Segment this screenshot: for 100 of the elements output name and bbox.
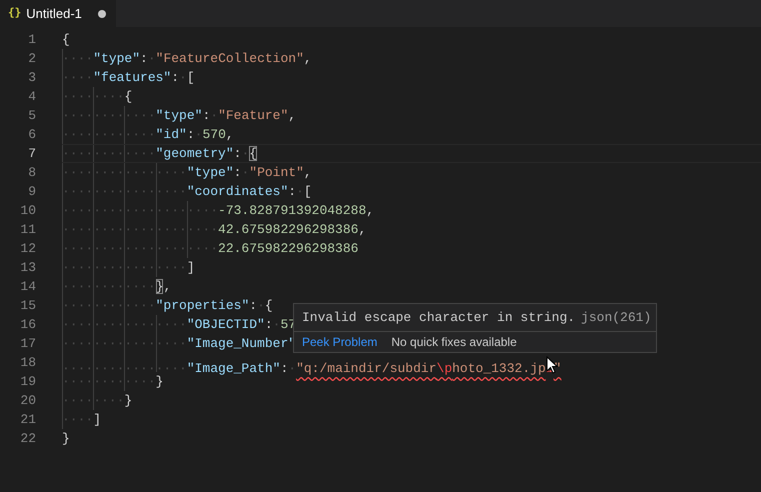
line-number: 8 — [27, 164, 36, 182]
code-token: [ — [304, 184, 312, 199]
whitespace-dots: ················ — [62, 336, 187, 351]
whitespace-dots: · — [241, 165, 250, 180]
code-token: "type" — [156, 108, 202, 123]
line-number: 11 — [19, 221, 36, 239]
code-token: , — [304, 51, 312, 66]
line-number: 1 — [27, 31, 36, 49]
line-number: 5 — [27, 107, 36, 125]
whitespace-dots: · — [288, 361, 296, 376]
line-number: 16 — [19, 316, 36, 334]
code-token: "features" — [93, 70, 172, 85]
code-token: } — [62, 431, 70, 446]
code-token: : — [288, 184, 296, 199]
code-token: , — [226, 127, 234, 142]
line-number: 12 — [19, 240, 36, 258]
line-number: 15 — [19, 297, 36, 315]
whitespace-dots: · — [194, 127, 202, 142]
code-token: : — [234, 146, 242, 161]
whitespace-dots: · — [148, 51, 156, 66]
code-token: : — [249, 298, 258, 313]
code-token: ] — [186, 260, 195, 275]
line-number: 13 — [19, 259, 36, 277]
whitespace-dots: ············ — [62, 298, 156, 313]
line-number: 20 — [19, 392, 36, 410]
line-number: 10 — [19, 202, 36, 220]
code-token: : — [234, 165, 242, 180]
whitespace-dots: ············ — [62, 279, 156, 294]
code-token: "Point" — [249, 165, 304, 180]
line-number: 18 — [19, 354, 36, 372]
quick-fix-status: No quick fixes available — [391, 334, 517, 351]
whitespace-dots: ············ — [62, 127, 156, 142]
code-token: "Image_Number" — [186, 336, 296, 351]
line-number: 6 — [27, 126, 36, 144]
whitespace-dots: · — [257, 298, 265, 313]
code-token: , — [288, 108, 296, 123]
whitespace-dots: ················ — [62, 165, 187, 180]
whitespace-dots: ········ — [62, 393, 124, 408]
mouse-pointer-icon — [546, 356, 558, 374]
line-number: 22 — [19, 430, 36, 448]
file-type-icon: {} — [8, 5, 22, 22]
code-token: "FeatureCollection" — [156, 51, 304, 66]
code-token: [ — [186, 70, 195, 85]
code-token: : — [202, 108, 210, 123]
whitespace-dots: ············ — [62, 108, 156, 123]
whitespace-dots: · — [272, 317, 280, 332]
line-number: 3 — [27, 69, 36, 87]
whitespace-dots: · — [296, 184, 304, 199]
whitespace-dots: ············ — [62, 374, 156, 389]
whitespace-dots: ···· — [62, 412, 94, 427]
code-token: -73.828791392048288 — [218, 203, 366, 218]
code-token: \p — [436, 361, 452, 376]
code-token: "Feature" — [218, 108, 288, 123]
code-token: "q:/maindir/subdir — [296, 361, 437, 376]
code-token: , — [358, 222, 366, 237]
tab-title: Untitled-1 — [26, 4, 82, 23]
line-number: 2 — [27, 50, 36, 68]
code-token: , — [163, 279, 172, 294]
line-number: 17 — [19, 335, 36, 353]
code-token: "properties" — [156, 298, 250, 313]
line-number: 21 — [19, 411, 36, 429]
peek-problem-link[interactable]: Peek Problem — [302, 333, 378, 351]
code-token: "OBJECTID" — [186, 317, 265, 332]
code-token: 42.675982296298386 — [218, 222, 358, 237]
code-token: { — [124, 89, 132, 104]
code-token: "id" — [156, 127, 187, 142]
code-token: } — [156, 279, 164, 294]
code-token: "geometry" — [156, 146, 234, 161]
whitespace-dots: ···················· — [62, 241, 218, 256]
code-token: "coordinates" — [186, 184, 288, 199]
whitespace-dots: ···· — [62, 70, 94, 85]
error-message: Invalid escape character in string. — [302, 308, 576, 327]
code-token: { — [249, 146, 258, 161]
code-token: : — [264, 317, 273, 332]
code-token: , — [304, 165, 312, 180]
whitespace-dots: · — [210, 108, 218, 123]
code-token: : — [186, 127, 195, 142]
whitespace-dots: ···················· — [62, 203, 218, 218]
whitespace-dots: ···· — [62, 51, 94, 66]
code-token: } — [156, 374, 164, 389]
code-token: } — [124, 393, 132, 408]
code-token: 22.675982296298386 — [218, 241, 358, 256]
code-token: { — [264, 298, 273, 313]
whitespace-dots: ················ — [62, 317, 187, 332]
code-token: hoto_1332.jp — [452, 361, 546, 376]
code-token: : — [280, 361, 288, 376]
line-number: 14 — [19, 278, 36, 296]
code-token: ] — [93, 412, 102, 427]
line-number: 7 — [27, 145, 36, 163]
code-token: "Image_Path" — [186, 361, 280, 376]
whitespace-dots: · — [241, 146, 250, 161]
whitespace-dots: ············ — [62, 146, 156, 161]
whitespace-dots: ················ — [62, 361, 187, 376]
code-token: 570 — [202, 127, 226, 142]
editor-tab[interactable]: {} Untitled-1 — [0, 0, 116, 27]
line-number: 9 — [27, 183, 36, 201]
line-number: 19 — [19, 373, 36, 391]
whitespace-dots: ················ — [62, 260, 187, 275]
code-token: , — [366, 203, 374, 218]
code-token: : — [140, 51, 148, 66]
